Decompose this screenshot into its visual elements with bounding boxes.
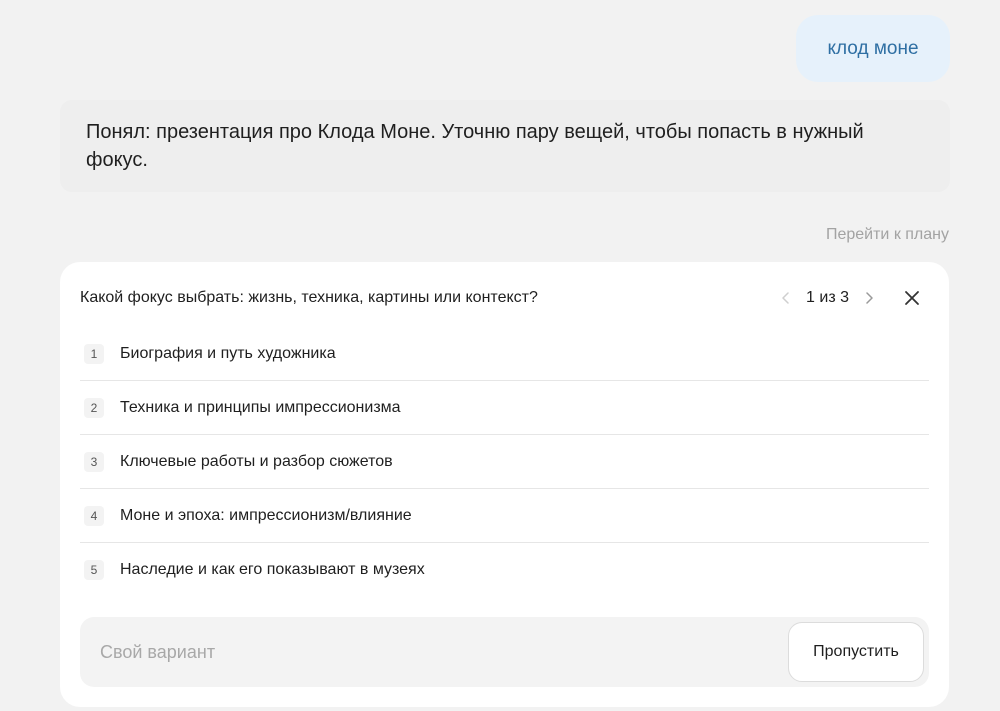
assistant-message-text: Понял: презентация про Клода Моне. Уточн… [86,121,864,171]
option-number: 5 [84,560,104,580]
question-title: Какой фокус выбрать: жизнь, техника, кар… [80,289,538,306]
question-pager: 1 из 3 [778,289,877,307]
option-label: Моне и эпоха: импрессионизм/влияние [120,506,412,524]
user-message-text: клод моне [827,37,919,59]
assistant-message: Понял: презентация про Клода Моне. Уточн… [60,100,950,192]
options-list: 1 Биография и путь художника 2 Техника и… [80,327,929,597]
go-to-plan-link[interactable]: Перейти к плану [826,226,949,244]
pager-counter: 1 из 3 [806,289,849,306]
option-label: Ключевые работы и разбор сюжетов [120,452,393,470]
option-item-3[interactable]: 3 Ключевые работы и разбор сюжетов [80,435,929,489]
option-label: Биография и путь художника [120,344,336,362]
option-number: 3 [84,451,104,472]
close-icon[interactable] [899,285,925,311]
user-message-bubble: клод моне [796,15,950,82]
option-label: Наследие и как его показывают в музеях [120,561,425,578]
chevron-left-icon[interactable] [778,290,794,306]
option-number: 4 [84,505,104,526]
skip-button[interactable]: Пропустить [788,622,924,682]
option-item-2[interactable]: 2 Техника и принципы импрессионизма [80,381,929,435]
chevron-right-icon[interactable] [861,290,877,306]
option-number: 2 [84,397,104,418]
option-number: 1 [84,343,104,364]
custom-answer-input[interactable] [80,617,788,687]
option-label: Техника и принципы импрессионизма [120,398,401,416]
option-item-5[interactable]: 5 Наследие и как его показывают в музеях [80,543,929,597]
custom-answer-row: Пропустить [80,617,929,687]
question-card: Какой фокус выбрать: жизнь, техника, кар… [60,262,949,707]
question-card-header: Какой фокус выбрать: жизнь, техника, кар… [80,284,929,312]
option-item-1[interactable]: 1 Биография и путь художника [80,327,929,381]
option-item-4[interactable]: 4 Моне и эпоха: импрессионизм/влияние [80,489,929,543]
